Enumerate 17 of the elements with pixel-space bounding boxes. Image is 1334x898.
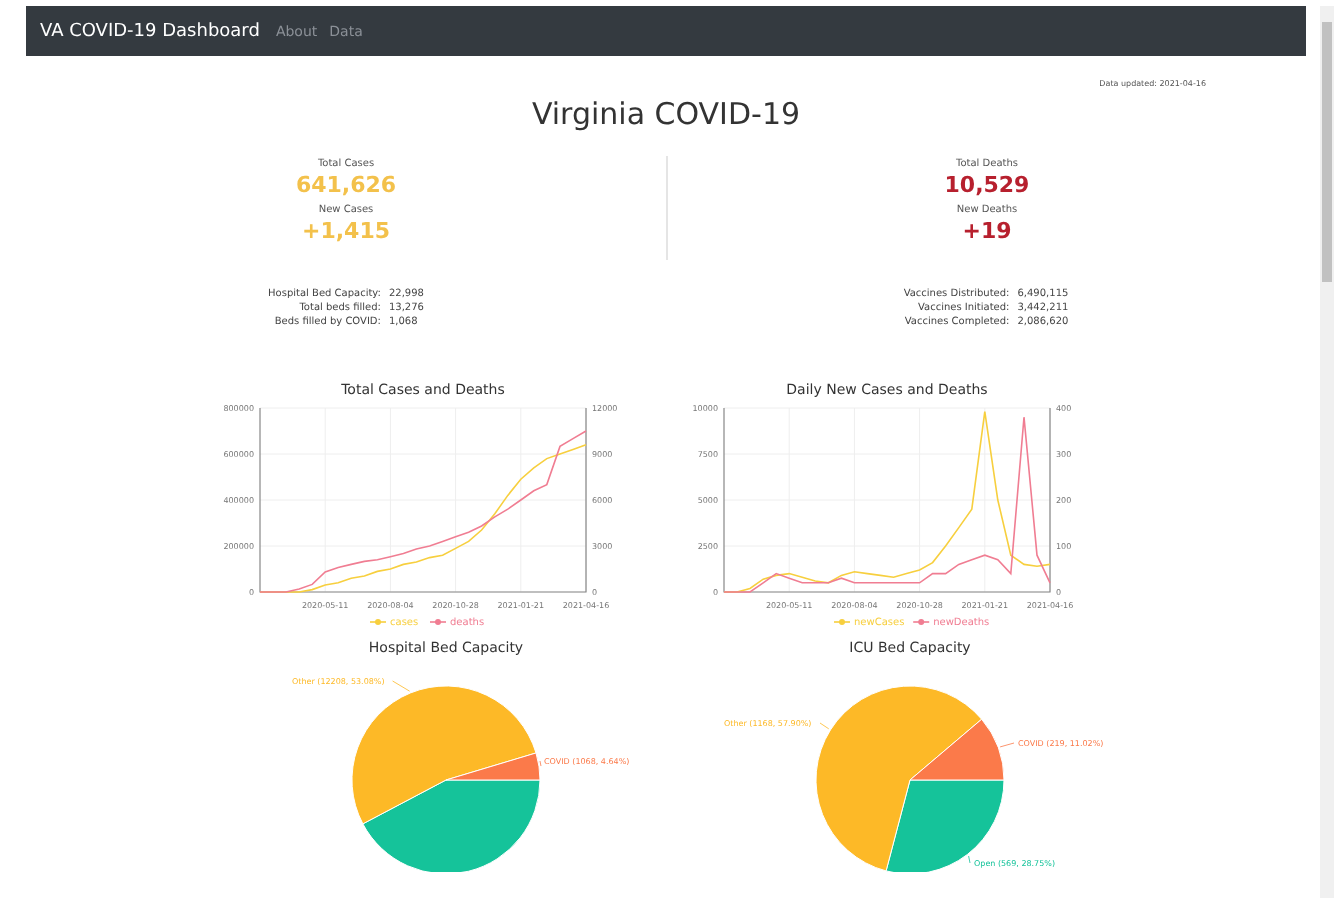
legend-marker [912,619,930,625]
stat-value: +19 [962,218,1012,244]
legend-marker [429,619,447,625]
stat-value: +1,415 [301,218,390,244]
stat-value: 10,529 [944,172,1030,198]
leader-line [999,742,1015,748]
legend-marker [833,619,851,625]
page-title: Virginia COVID-19 [529,96,803,132]
brand-title[interactable]: VA COVID-19 Dashboard [40,21,260,41]
leader-line [819,722,830,730]
scrollbar-thumb[interactable] [1322,22,1332,282]
leader-line [392,680,410,692]
leader-line [539,760,542,767]
scrollbar[interactable] [1320,6,1334,898]
leader-line [968,855,971,864]
stat-value: 641,626 [295,172,397,198]
legend-marker [369,619,387,625]
